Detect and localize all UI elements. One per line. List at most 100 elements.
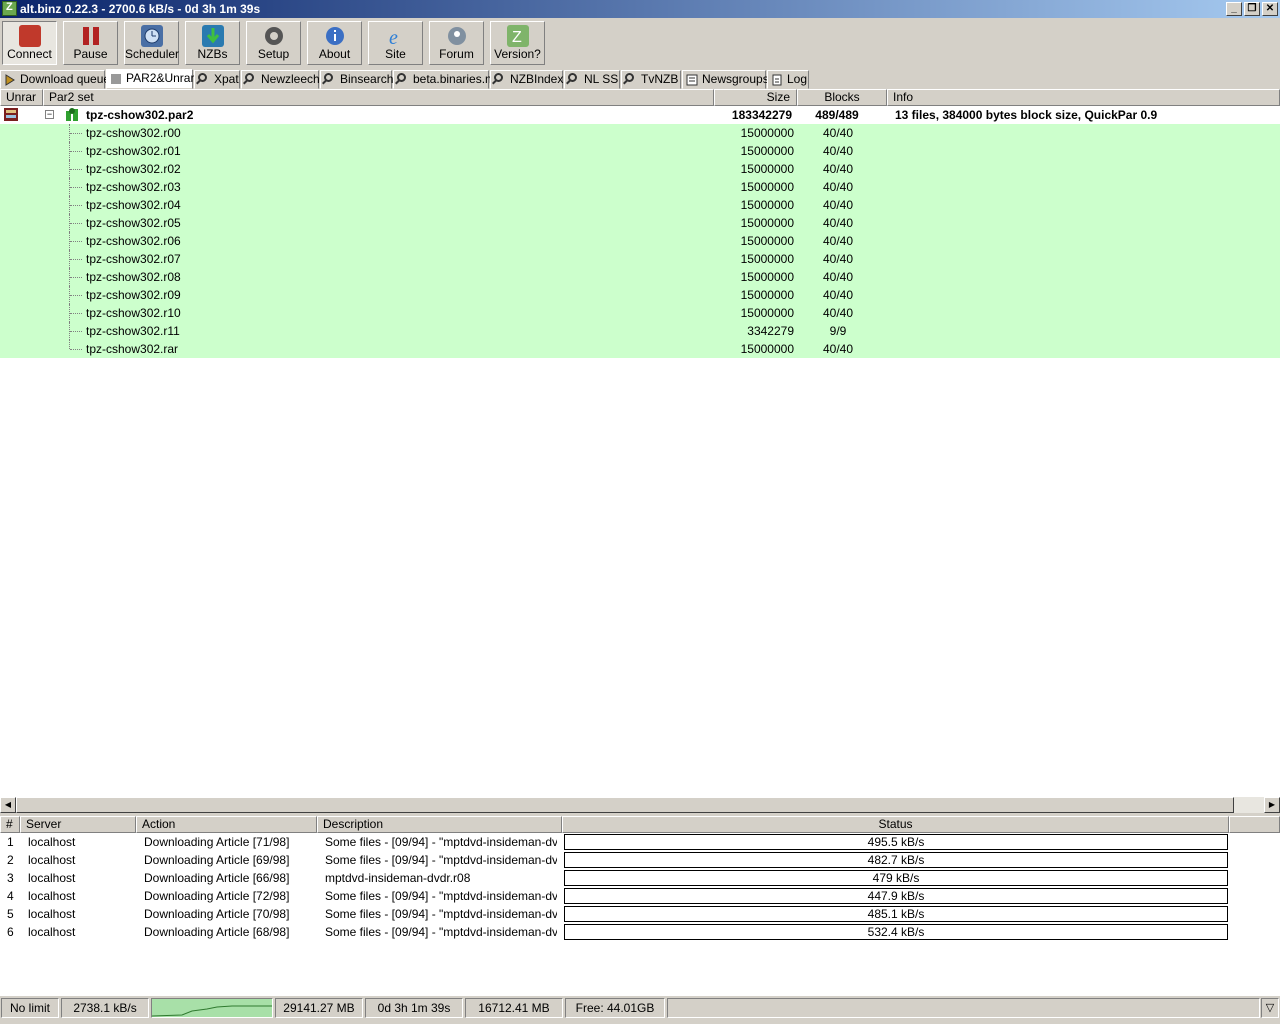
par2-file-row[interactable]: tpz-cshow302.r02 15000000 40/40: [0, 160, 1280, 178]
connection-description: Some files - [09/94] - "mptdvd-insideman…: [325, 889, 557, 903]
collapse-toggle[interactable]: −: [45, 110, 54, 119]
col-header-info[interactable]: Info: [887, 89, 1280, 106]
tab-par2-unrar[interactable]: PAR2&Unrar: [106, 69, 195, 89]
setup-button[interactable]: Setup: [246, 21, 301, 65]
tab-xpat[interactable]: Xpat: [194, 70, 240, 89]
col-header-action[interactable]: Action: [136, 816, 317, 833]
window-controls: _ ❐ ✕: [1226, 2, 1278, 16]
par2-file-row[interactable]: tpz-cshow302.rar 15000000 40/40: [0, 340, 1280, 358]
search-icon: [245, 73, 254, 82]
file-blocks: 40/40: [822, 270, 854, 284]
about-button[interactable]: About: [307, 21, 362, 65]
connection-row[interactable]: 4 localhost Downloading Article [72/98] Som…: [0, 887, 1280, 905]
file-name: tpz-cshow302.r02: [86, 162, 181, 176]
search-icon: [494, 73, 503, 82]
version-button[interactable]: Z Version?: [490, 21, 545, 65]
connection-action: Downloading Article [66/98]: [144, 871, 290, 885]
connection-row[interactable]: 5 localhost Downloading Article [70/98] Som…: [0, 905, 1280, 923]
par2-icon: [110, 73, 122, 85]
tab-beta-binaries[interactable]: beta.binaries.nl: [393, 70, 494, 89]
pause-button[interactable]: Pause: [63, 21, 118, 65]
tab-newsgroups[interactable]: Newsgroups: [682, 70, 769, 89]
file-name: tpz-cshow302.r10: [86, 306, 181, 320]
par2-file-row[interactable]: tpz-cshow302.r09 15000000 40/40: [0, 286, 1280, 304]
file-name: tpz-cshow302.r01: [86, 144, 181, 158]
file-name: tpz-cshow302.r08: [86, 270, 181, 284]
col-header-num[interactable]: #: [0, 816, 20, 833]
file-blocks: 40/40: [822, 162, 854, 176]
par2-file-row[interactable]: tpz-cshow302.r05 15000000 40/40: [0, 214, 1280, 232]
pause-label: Pause: [73, 47, 108, 61]
connection-row[interactable]: 6 localhost Downloading Article [68/98] Som…: [0, 923, 1280, 941]
tab-tvnzb[interactable]: TvNZB: [621, 70, 681, 89]
file-name: tpz-cshow302.r03: [86, 180, 181, 194]
par2-file-row[interactable]: tpz-cshow302.r11 3342279 9/9: [0, 322, 1280, 340]
site-button[interactable]: e Site: [368, 21, 423, 65]
file-blocks: 40/40: [822, 126, 854, 140]
col-header-par2-set[interactable]: Par2 set: [43, 89, 714, 106]
connection-description: Some files - [09/94] - "mptdvd-insideman…: [325, 835, 557, 849]
col-header-blocks[interactable]: Blocks: [797, 89, 887, 106]
connection-action: Downloading Article [72/98]: [144, 889, 290, 903]
close-button[interactable]: ✕: [1262, 2, 1278, 16]
connection-action: Downloading Article [71/98]: [144, 835, 290, 849]
connection-row[interactable]: 2 localhost Downloading Article [69/98] Som…: [0, 851, 1280, 869]
connect-button[interactable]: Connect: [2, 21, 57, 65]
connection-row[interactable]: 3 localhost Downloading Article [66/98] mpt…: [0, 869, 1280, 887]
file-name: tpz-cshow302.r11: [86, 324, 180, 338]
tab-label: Binsearch: [340, 72, 394, 86]
col-header-size[interactable]: Size: [714, 89, 797, 106]
tab-label: beta.binaries.nl: [413, 72, 495, 86]
tab-binsearch[interactable]: Binsearch: [320, 70, 394, 89]
gear-icon: [263, 25, 285, 47]
tab-label: PAR2&Unrar: [126, 71, 195, 85]
connection-server: localhost: [28, 835, 76, 849]
col-header-unrar[interactable]: Unrar: [0, 89, 43, 106]
play-icon: [4, 74, 16, 86]
par2-set-row[interactable]: − tpz-cshow302.par2 183342279 489/489 13…: [0, 106, 1280, 124]
scheduler-icon: [141, 25, 163, 47]
file-size: 3342279: [747, 324, 794, 338]
status-menu-button[interactable]: ▽: [1261, 998, 1279, 1018]
forum-button[interactable]: Forum: [429, 21, 484, 65]
scroll-thumb[interactable]: [16, 797, 1234, 813]
tab-nl-ss[interactable]: NL SS: [564, 70, 620, 89]
app-icon[interactable]: [2, 1, 17, 16]
par2-file-row[interactable]: tpz-cshow302.r06 15000000 40/40: [0, 232, 1280, 250]
par2-file-row[interactable]: tpz-cshow302.r00 15000000 40/40: [0, 124, 1280, 142]
horizontal-scrollbar[interactable]: ◀ ▶: [0, 797, 1280, 813]
col-header-description[interactable]: Description: [317, 816, 562, 833]
connection-row[interactable]: 1 localhost Downloading Article [71/98] Som…: [0, 833, 1280, 851]
nzbs-button[interactable]: NZBs: [185, 21, 240, 65]
downloaded-total: 29141.27 MB: [275, 998, 363, 1018]
current-speed: 2738.1 kB/s: [61, 998, 149, 1018]
scheduler-label: Scheduler: [125, 47, 180, 61]
connection-status: 485.1 kB/s: [564, 906, 1228, 922]
tab-newzleech[interactable]: Newzleech: [241, 70, 320, 89]
scroll-right-button[interactable]: ▶: [1264, 797, 1280, 813]
col-header-server[interactable]: Server: [20, 816, 136, 833]
scheduler-button[interactable]: Scheduler: [124, 21, 179, 65]
restore-button[interactable]: ❐: [1244, 2, 1260, 16]
par2-set-name: tpz-cshow302.par2: [86, 108, 194, 122]
scroll-left-button[interactable]: ◀: [0, 797, 16, 813]
free-space: Free: 44.01GB: [565, 998, 665, 1018]
par2-file-row[interactable]: tpz-cshow302.r07 15000000 40/40: [0, 250, 1280, 268]
par2-file-row[interactable]: tpz-cshow302.r01 15000000 40/40: [0, 142, 1280, 160]
par2-file-row[interactable]: tpz-cshow302.r08 15000000 40/40: [0, 268, 1280, 286]
minimize-button[interactable]: _: [1226, 2, 1242, 16]
par2-file-row[interactable]: tpz-cshow302.r04 15000000 40/40: [0, 196, 1280, 214]
tab-download-queue[interactable]: Download queue: [0, 70, 110, 89]
svg-text:e: e: [389, 27, 398, 47]
tab-nzbindex[interactable]: NZBIndex: [490, 70, 563, 89]
title-bar: alt.binz 0.22.3 - 2700.6 kB/s - 0d 3h 1m…: [0, 0, 1280, 18]
search-icon: [625, 73, 634, 82]
svg-text:Z: Z: [512, 29, 522, 46]
search-icon: [568, 73, 577, 82]
tab-log[interactable]: Log: [767, 70, 809, 89]
col-header-status[interactable]: Status: [562, 816, 1229, 833]
par2-file-row[interactable]: tpz-cshow302.r10 15000000 40/40: [0, 304, 1280, 322]
par2-file-row[interactable]: tpz-cshow302.r03 15000000 40/40: [0, 178, 1280, 196]
connection-server: localhost: [28, 925, 76, 939]
speed-limit[interactable]: No limit: [1, 998, 59, 1018]
